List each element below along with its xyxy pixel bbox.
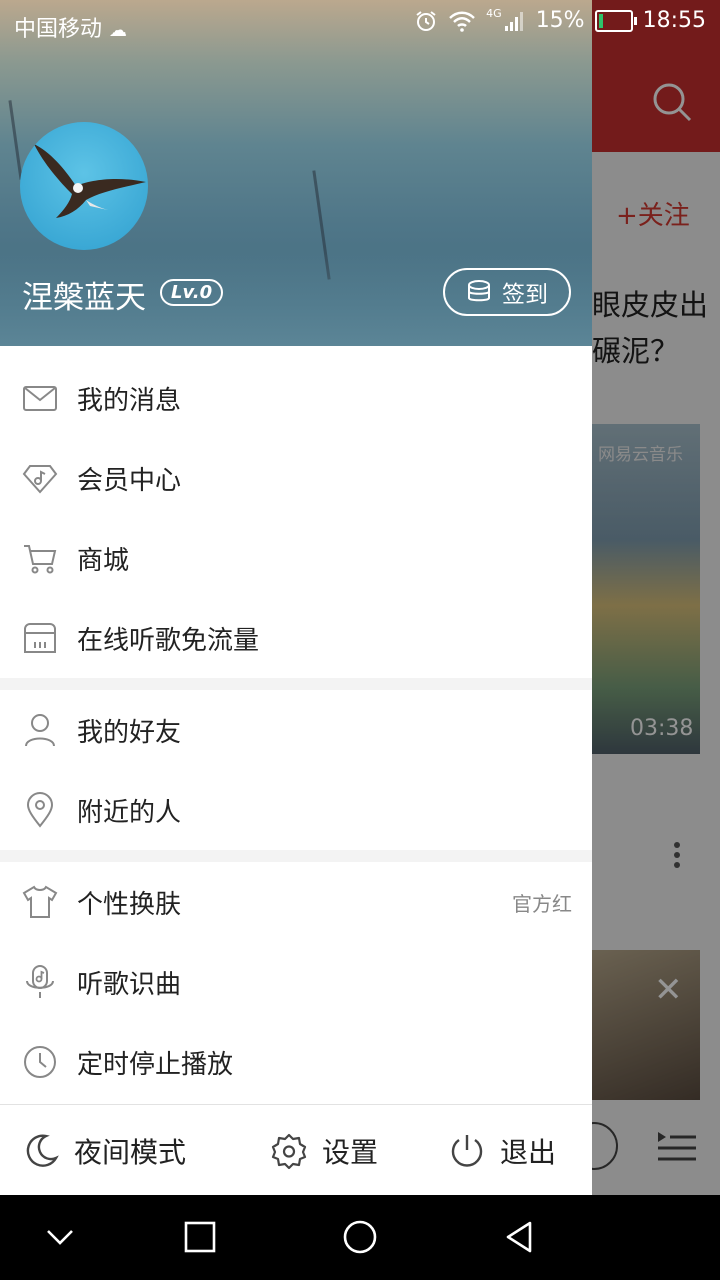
exit-label: 退出 bbox=[500, 1135, 557, 1169]
signal-icon bbox=[504, 11, 523, 31]
menu-group-1: 我的消息 会员中心 商城 在线听歌免流量 bbox=[0, 358, 592, 678]
system-nav-bar bbox=[0, 1195, 720, 1280]
avatar[interactable] bbox=[20, 122, 148, 250]
menu-item-skin[interactable]: 个性换肤 官方红 bbox=[0, 862, 592, 942]
settings-button[interactable]: 设置 bbox=[270, 1105, 378, 1195]
divider bbox=[0, 850, 592, 862]
drawer-bottom-bar: 夜间模式 设置 退出 bbox=[0, 1104, 592, 1195]
chevron-down-icon[interactable] bbox=[36, 1213, 84, 1261]
diamond-music-icon bbox=[22, 465, 58, 494]
home-button[interactable] bbox=[336, 1213, 384, 1261]
menu-group-2: 我的好友 附近的人 bbox=[0, 690, 592, 850]
night-mode-button[interactable]: 夜间模式 bbox=[22, 1105, 186, 1195]
menu-item-label: 在线听歌免流量 bbox=[77, 625, 260, 656]
menu-item-friends[interactable]: 我的好友 bbox=[0, 690, 592, 770]
menu-item-messages[interactable]: 我的消息 bbox=[0, 358, 592, 438]
battery-fill bbox=[598, 13, 604, 28]
menu-item-timer[interactable]: 定时停止播放 bbox=[0, 1022, 592, 1102]
location-pin-icon bbox=[26, 792, 54, 828]
menu-item-vip[interactable]: 会员中心 bbox=[0, 438, 592, 518]
menu-item-recognize[interactable]: 听歌识曲 bbox=[0, 942, 592, 1022]
gear-icon bbox=[271, 1133, 307, 1169]
menu-item-label: 听歌识曲 bbox=[77, 969, 182, 1000]
power-icon bbox=[451, 1134, 483, 1167]
night-mode-label: 夜间模式 bbox=[74, 1135, 187, 1169]
menu-item-free-data[interactable]: 在线听歌免流量 bbox=[0, 598, 592, 678]
menu-item-label: 我的好友 bbox=[77, 717, 182, 748]
battery-percent: 15% bbox=[535, 8, 585, 33]
status-icons: 4G 15% 18:55 bbox=[414, 8, 706, 33]
moon-icon bbox=[26, 1133, 59, 1167]
recents-button[interactable] bbox=[176, 1213, 224, 1261]
clock-time: 18:55 bbox=[642, 8, 706, 33]
decorative-streak bbox=[8, 100, 23, 180]
signin-button[interactable]: 签到 bbox=[443, 268, 571, 316]
mic-music-icon bbox=[26, 965, 54, 998]
menu-item-label: 附近的人 bbox=[77, 797, 182, 828]
level-badge: Lv.0 bbox=[160, 279, 224, 306]
tshirt-icon bbox=[22, 885, 58, 918]
menu-item-label: 商城 bbox=[77, 545, 130, 576]
carrier-name: 中国移动 ☁ bbox=[14, 11, 127, 43]
network-type: 4G bbox=[486, 7, 502, 20]
alarm-icon bbox=[416, 10, 436, 31]
sim-card-icon bbox=[24, 623, 56, 653]
carrier-label: 中国移动 bbox=[14, 17, 103, 42]
current-skin-value: 官方红 bbox=[512, 891, 572, 916]
menu-item-label: 定时停止播放 bbox=[77, 1049, 234, 1080]
eagle-image bbox=[34, 144, 146, 218]
mail-icon bbox=[23, 386, 57, 411]
coins-icon bbox=[468, 280, 490, 302]
cloud-icon: ☁ bbox=[109, 20, 128, 41]
settings-label: 设置 bbox=[322, 1135, 379, 1169]
cart-icon bbox=[24, 545, 57, 574]
screen: +关注 眼皮皮出碾泥？ 网易云音乐 03:38 ✕ 涅槃蓝天 Lv.0 签到 我… bbox=[0, 0, 720, 1195]
navigation-drawer: 涅槃蓝天 Lv.0 签到 我的消息 会员中心 商城 在线听歌免流量 我的好友 附… bbox=[0, 0, 592, 1195]
username[interactable]: 涅槃蓝天 bbox=[22, 272, 146, 317]
profile-header: 涅槃蓝天 Lv.0 签到 bbox=[0, 0, 592, 346]
wifi-icon bbox=[449, 11, 476, 32]
exit-button[interactable]: 退出 bbox=[448, 1105, 556, 1195]
menu-item-store[interactable]: 商城 bbox=[0, 518, 592, 598]
signin-label: 签到 bbox=[502, 282, 548, 308]
menu-item-label: 个性换肤 bbox=[77, 889, 182, 920]
menu-item-nearby[interactable]: 附近的人 bbox=[0, 770, 592, 850]
clock-icon bbox=[24, 1046, 56, 1078]
menu-item-label: 会员中心 bbox=[77, 465, 182, 496]
menu-group-3: 个性换肤 官方红 听歌识曲 定时停止播放 bbox=[0, 862, 592, 1102]
person-icon bbox=[25, 714, 55, 747]
status-bar: 中国移动 ☁ 4G 15% 18:55 bbox=[0, 0, 720, 50]
menu-item-label: 我的消息 bbox=[77, 385, 182, 416]
battery-icon bbox=[594, 9, 637, 32]
back-button[interactable] bbox=[496, 1213, 544, 1261]
divider bbox=[0, 678, 592, 690]
